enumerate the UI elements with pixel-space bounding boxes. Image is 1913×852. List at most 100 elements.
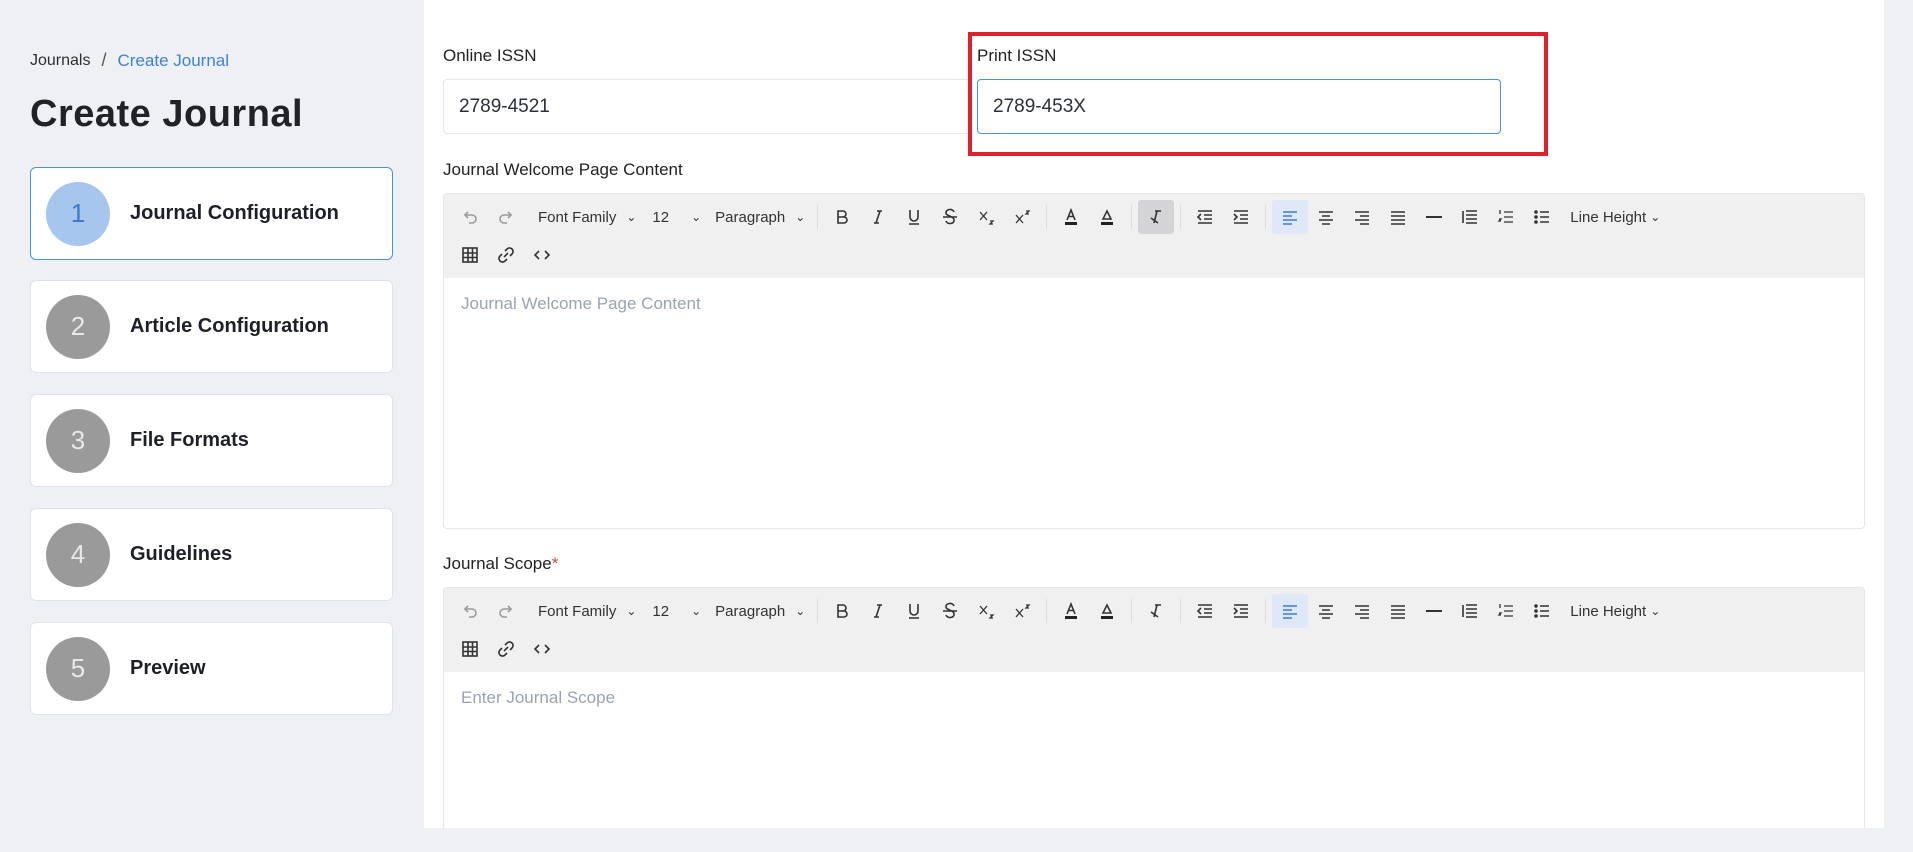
font-family-value: Font Family bbox=[538, 602, 617, 620]
superscript-icon[interactable] bbox=[1004, 594, 1040, 628]
step-journal-configuration[interactable]: 1 Journal Configuration bbox=[30, 167, 393, 260]
toolbar-divider bbox=[1131, 599, 1133, 623]
step-number: 5 bbox=[46, 636, 110, 701]
bullet-list-icon[interactable] bbox=[1524, 594, 1560, 628]
clear-formatting-icon[interactable] bbox=[1138, 200, 1175, 234]
editor-toolbar: Font Family ⌄ 12 ⌄ Paragraph ⌄ Line Heig… bbox=[444, 194, 1864, 278]
breadcrumb-journals[interactable]: Journals bbox=[30, 52, 90, 70]
text-color-icon[interactable] bbox=[1053, 594, 1089, 628]
line-height-select[interactable]: Line Height ⌄ bbox=[1564, 200, 1666, 234]
ordered-list-icon[interactable] bbox=[1488, 200, 1524, 234]
step-number: 4 bbox=[46, 522, 110, 587]
subscript-icon[interactable] bbox=[968, 200, 1004, 234]
clear-formatting-icon[interactable] bbox=[1138, 594, 1174, 628]
subscript-icon[interactable] bbox=[968, 594, 1004, 628]
font-family-value: Font Family bbox=[538, 208, 617, 226]
toolbar-divider bbox=[1180, 205, 1182, 229]
align-left-icon[interactable] bbox=[1272, 200, 1309, 234]
text-color-icon[interactable] bbox=[1053, 200, 1089, 234]
line-height-value: Line Height bbox=[1570, 602, 1647, 620]
step-number: 1 bbox=[46, 181, 110, 246]
step-label: Preview bbox=[130, 657, 206, 679]
bold-icon[interactable] bbox=[824, 594, 860, 628]
bold-icon[interactable] bbox=[824, 200, 860, 234]
underline-icon[interactable] bbox=[896, 594, 932, 628]
redo-icon[interactable] bbox=[488, 594, 524, 628]
outdent-icon[interactable] bbox=[1187, 594, 1223, 628]
align-justify-icon[interactable] bbox=[1380, 200, 1416, 234]
horizontal-rule-icon[interactable] bbox=[1416, 200, 1452, 234]
italic-icon[interactable] bbox=[860, 200, 896, 234]
align-center-icon[interactable] bbox=[1308, 594, 1344, 628]
journal-scope-textarea[interactable]: Enter Journal Scope bbox=[444, 672, 1864, 724]
breadcrumb-separator: / bbox=[101, 50, 107, 70]
line-height-value: Line Height bbox=[1570, 208, 1647, 226]
block-format-select[interactable]: Paragraph ⌄ bbox=[709, 594, 811, 628]
source-code-icon[interactable] bbox=[524, 238, 560, 272]
step-label: Article Configuration bbox=[130, 315, 329, 337]
toolbar-divider bbox=[1046, 205, 1048, 229]
undo-icon[interactable] bbox=[452, 200, 488, 234]
step-label: Journal Configuration bbox=[130, 202, 339, 224]
indent-icon[interactable] bbox=[1223, 594, 1259, 628]
toolbar-divider bbox=[1180, 599, 1182, 623]
ordered-list-icon[interactable] bbox=[1488, 594, 1524, 628]
toolbar-divider bbox=[1046, 599, 1048, 623]
step-guidelines[interactable]: 4 Guidelines bbox=[30, 508, 393, 601]
chevron-down-icon: ⌄ bbox=[1650, 604, 1661, 618]
step-article-configuration[interactable]: 2 Article Configuration bbox=[30, 280, 393, 373]
step-preview[interactable]: 5 Preview bbox=[30, 622, 393, 715]
highlight-color-icon[interactable] bbox=[1089, 200, 1125, 234]
line-height-select[interactable]: Line Height ⌄ bbox=[1564, 594, 1666, 628]
step-file-formats[interactable]: 3 File Formats bbox=[30, 394, 393, 487]
block-format-value: Paragraph bbox=[715, 602, 786, 620]
source-code-icon[interactable] bbox=[524, 632, 560, 666]
online-issn-label: Online ISSN bbox=[443, 46, 537, 65]
journal-scope-label-text: Journal Scope bbox=[443, 554, 552, 573]
chevron-down-icon: ⌄ bbox=[626, 604, 637, 618]
online-issn-input[interactable] bbox=[443, 79, 970, 134]
align-justify-icon[interactable] bbox=[1380, 594, 1416, 628]
print-issn-label: Print ISSN bbox=[977, 46, 1057, 65]
table-icon[interactable] bbox=[452, 238, 488, 272]
block-format-select[interactable]: Paragraph ⌄ bbox=[709, 200, 811, 234]
font-size-select[interactable]: 12 ⌄ bbox=[646, 594, 707, 628]
table-icon[interactable] bbox=[452, 632, 488, 666]
undo-icon[interactable] bbox=[452, 594, 488, 628]
superscript-icon[interactable] bbox=[1004, 200, 1040, 234]
underline-icon[interactable] bbox=[896, 200, 932, 234]
indent-icon[interactable] bbox=[1223, 200, 1259, 234]
breadcrumb: Journals / Create Journal bbox=[30, 50, 229, 71]
paragraph-format-icon[interactable] bbox=[1452, 594, 1488, 628]
step-number: 3 bbox=[46, 408, 110, 473]
welcome-content-textarea[interactable]: Journal Welcome Page Content bbox=[444, 278, 1864, 330]
redo-icon[interactable] bbox=[488, 200, 524, 234]
chevron-down-icon: ⌄ bbox=[691, 604, 702, 618]
breadcrumb-create-journal[interactable]: Create Journal bbox=[118, 51, 230, 71]
highlight-color-icon[interactable] bbox=[1089, 594, 1125, 628]
align-right-icon[interactable] bbox=[1344, 594, 1380, 628]
strikethrough-icon[interactable] bbox=[932, 200, 968, 234]
editor-toolbar: Font Family ⌄ 12 ⌄ Paragraph ⌄ Line Heig… bbox=[444, 588, 1864, 672]
link-icon[interactable] bbox=[488, 238, 524, 272]
left-panel: Journals / Create Journal Create Journal… bbox=[0, 0, 424, 852]
align-center-icon[interactable] bbox=[1308, 200, 1344, 234]
bullet-list-icon[interactable] bbox=[1524, 200, 1560, 234]
horizontal-rule-icon[interactable] bbox=[1416, 594, 1452, 628]
toolbar-divider bbox=[1265, 205, 1267, 229]
font-family-select[interactable]: Font Family ⌄ bbox=[532, 200, 642, 234]
font-family-select[interactable]: Font Family ⌄ bbox=[532, 594, 642, 628]
align-left-icon[interactable] bbox=[1272, 594, 1309, 628]
step-label: Guidelines bbox=[130, 543, 233, 565]
welcome-content-editor: Font Family ⌄ 12 ⌄ Paragraph ⌄ Line Heig… bbox=[443, 193, 1865, 529]
outdent-icon[interactable] bbox=[1187, 200, 1223, 234]
strikethrough-icon[interactable] bbox=[932, 594, 968, 628]
paragraph-format-icon[interactable] bbox=[1452, 200, 1488, 234]
print-issn-input[interactable] bbox=[977, 79, 1501, 134]
chevron-down-icon: ⌄ bbox=[626, 210, 637, 224]
required-marker: * bbox=[551, 554, 559, 573]
link-icon[interactable] bbox=[488, 632, 524, 666]
italic-icon[interactable] bbox=[860, 594, 896, 628]
font-size-select[interactable]: 12 ⌄ bbox=[646, 200, 707, 234]
align-right-icon[interactable] bbox=[1344, 200, 1380, 234]
